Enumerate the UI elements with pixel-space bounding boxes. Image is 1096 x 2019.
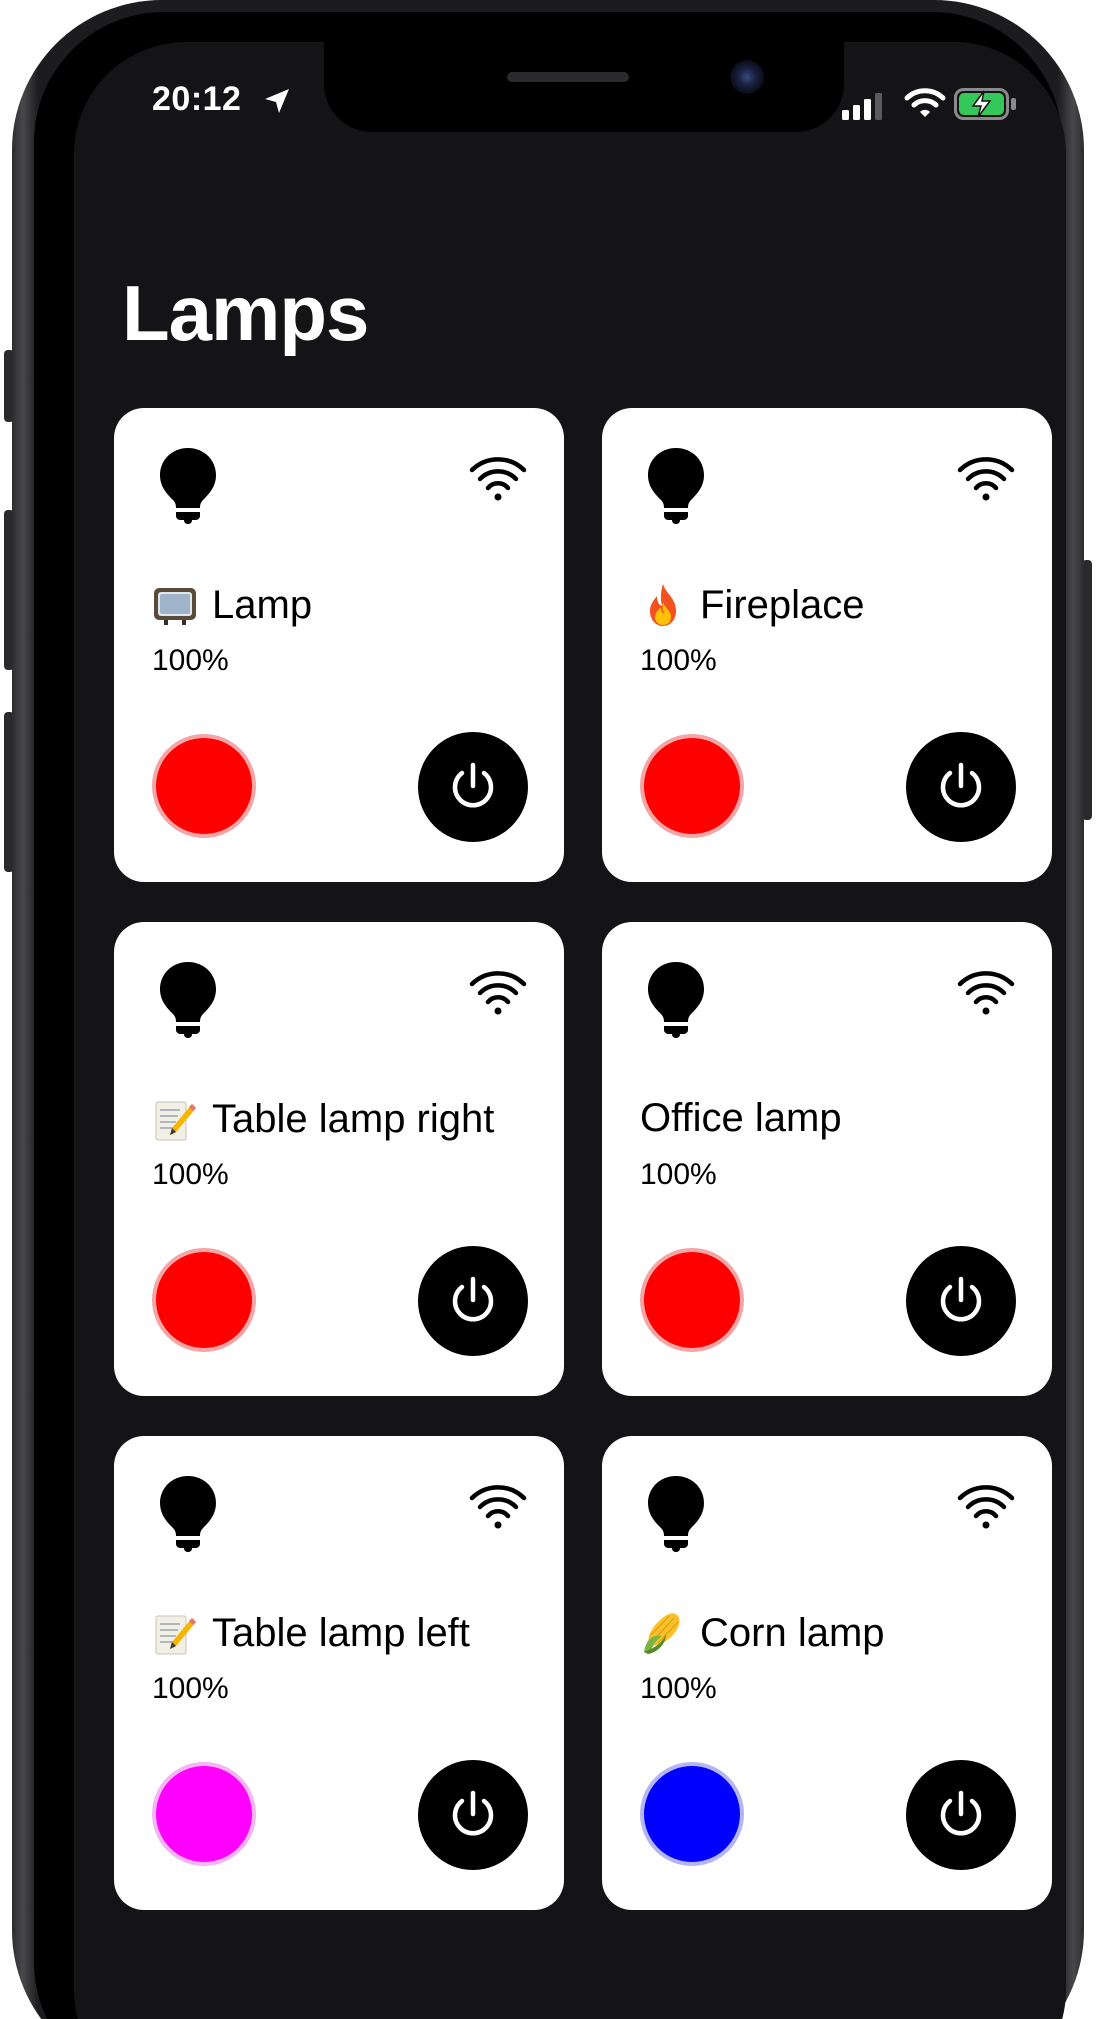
television-icon	[152, 582, 198, 628]
app-screen: 20:12 Lamps Lamp 100% Fireplace 100% Tab…	[74, 42, 1066, 2019]
lightbulb-icon	[648, 448, 704, 524]
power-icon	[940, 762, 982, 808]
notch	[324, 42, 844, 132]
lamp-name: Lamp	[152, 582, 312, 628]
power-icon	[452, 762, 494, 808]
lamp-name-label: Office lamp	[640, 1096, 842, 1140]
wifi-connected-icon	[957, 971, 1015, 1015]
wifi-connected-icon	[469, 1485, 527, 1529]
power-icon	[452, 1790, 494, 1836]
front-camera	[730, 60, 764, 94]
lamp-color-button[interactable]	[640, 1762, 744, 1866]
lamp-color-button[interactable]	[640, 1248, 744, 1352]
power-button[interactable]	[906, 732, 1016, 842]
power-icon	[940, 1276, 982, 1322]
power-button[interactable]	[418, 732, 528, 842]
lamp-brightness: 100%	[152, 1158, 229, 1191]
lamp-name-label: Fireplace	[700, 582, 865, 627]
lamp-card[interactable]: Fireplace 100%	[602, 408, 1052, 882]
wifi-connected-icon	[469, 971, 527, 1015]
lightbulb-icon	[648, 962, 704, 1038]
lamp-name-label: Lamp	[212, 582, 313, 627]
battery-charging-icon	[954, 88, 1016, 120]
lamp-card[interactable]: Table lamp left 100%	[114, 1436, 564, 1910]
lamp-color-button[interactable]	[152, 1762, 256, 1866]
memo-icon	[152, 1096, 198, 1142]
status-time: 20:12	[152, 80, 242, 118]
corn-icon	[640, 1610, 686, 1656]
power-button[interactable]	[906, 1246, 1016, 1356]
lightbulb-icon	[648, 1476, 704, 1552]
lamp-name-label: Corn lamp	[700, 1610, 885, 1655]
lamp-brightness: 100%	[152, 1672, 229, 1705]
wifi-connected-icon	[469, 457, 527, 501]
lamp-card[interactable]: Lamp 100%	[114, 408, 564, 882]
power-button[interactable]	[418, 1760, 528, 1870]
lightbulb-icon	[160, 448, 216, 524]
lamp-card[interactable]: Table lamp right 100%	[114, 922, 564, 1396]
lamp-name: Table lamp left	[152, 1610, 470, 1656]
power-icon	[940, 1790, 982, 1836]
lamp-color-button[interactable]	[152, 734, 256, 838]
phone-bezel: 20:12 Lamps Lamp 100% Fireplace 100% Tab…	[34, 12, 1066, 2019]
lightbulb-icon	[160, 962, 216, 1038]
power-button[interactable]	[418, 1246, 528, 1356]
lamp-brightness: 100%	[640, 1158, 717, 1191]
memo-icon	[152, 1610, 198, 1656]
wifi-status-icon	[904, 88, 946, 117]
cellular-signal-icon	[842, 93, 882, 120]
wifi-connected-icon	[957, 1485, 1015, 1529]
lamp-card[interactable]: Corn lamp 100%	[602, 1436, 1052, 1910]
power-button[interactable]	[906, 1760, 1016, 1870]
lamp-brightness: 100%	[640, 644, 717, 677]
wifi-connected-icon	[957, 457, 1015, 501]
earpiece-speaker	[507, 72, 629, 82]
fire-icon	[640, 582, 686, 628]
lamp-name-label: Table lamp right	[212, 1096, 495, 1141]
lamp-card[interactable]: Office lamp 100%	[602, 922, 1052, 1396]
lamp-name-label: Table lamp left	[212, 1610, 470, 1655]
lamp-color-button[interactable]	[152, 1248, 256, 1352]
lamp-brightness: 100%	[640, 1672, 717, 1705]
power-icon	[452, 1276, 494, 1322]
lamp-brightness: 100%	[152, 644, 229, 677]
location-arrow-icon	[265, 89, 289, 113]
lamp-name: Fireplace	[640, 582, 865, 628]
stage: 20:12 Lamps Lamp 100% Fireplace 100% Tab…	[0, 0, 1096, 2019]
lamp-name: Corn lamp	[640, 1610, 885, 1656]
lamp-name: Office lamp	[640, 1096, 842, 1141]
lamp-name: Table lamp right	[152, 1096, 494, 1142]
phone-frame: 20:12 Lamps Lamp 100% Fireplace 100% Tab…	[12, 0, 1084, 2019]
page-title: Lamps	[122, 269, 369, 357]
lightbulb-icon	[160, 1476, 216, 1552]
lamp-color-button[interactable]	[640, 734, 744, 838]
